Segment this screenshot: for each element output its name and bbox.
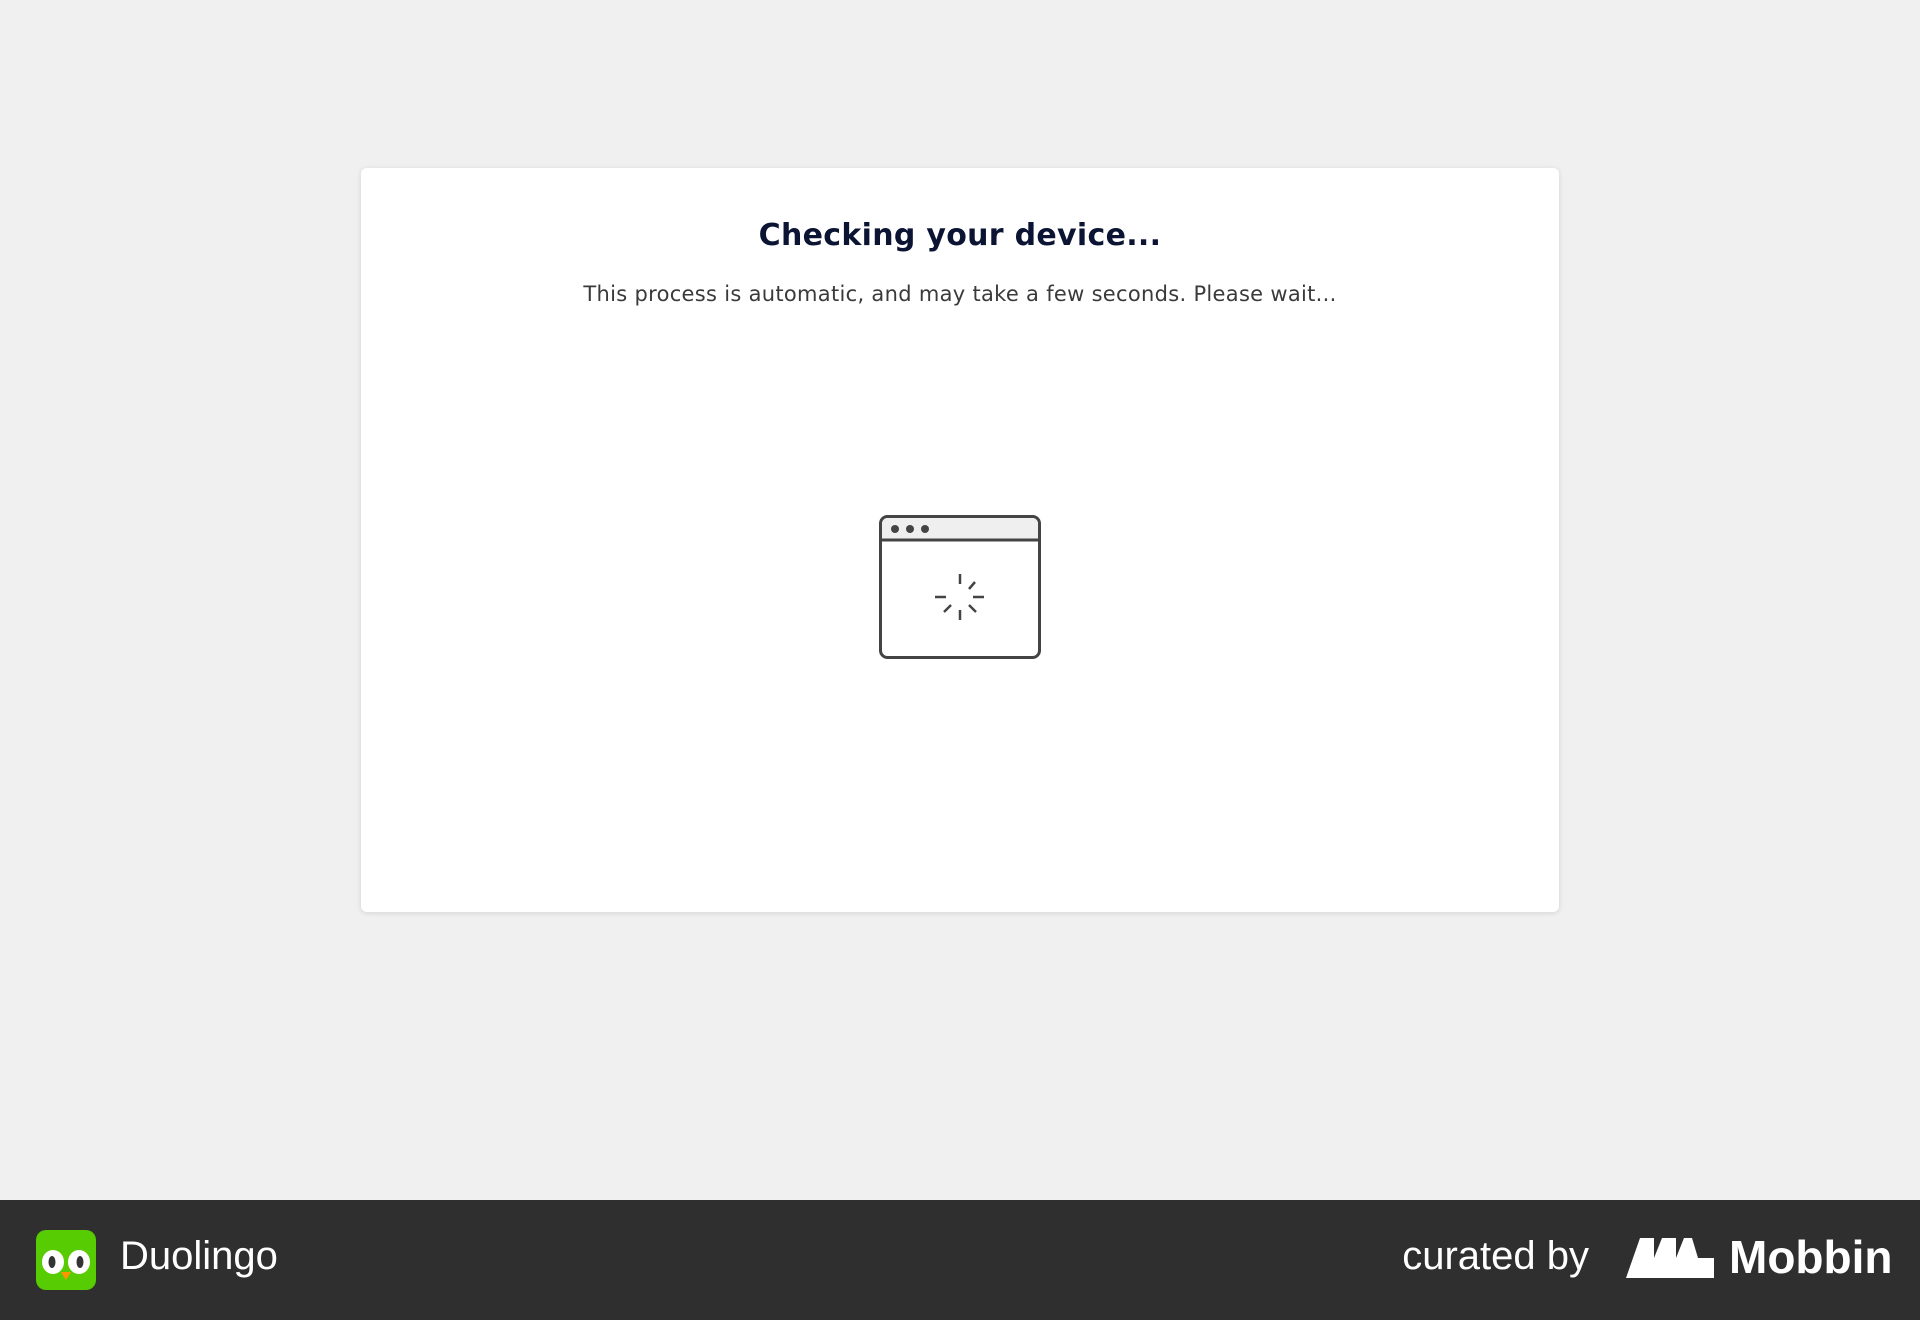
page-subtitle: This process is automatic, and may take …: [583, 282, 1337, 306]
page-title: Checking your device...: [758, 218, 1162, 253]
browser-loading-icon: [879, 515, 1041, 659]
mobbin-logo-icon: [1626, 1238, 1714, 1278]
footer-bar: Duolingo curated by Mobbin: [0, 1200, 1920, 1320]
curated-by-label: curated by: [1402, 1234, 1589, 1278]
duolingo-owl-icon: [36, 1230, 96, 1290]
brand-name: Mobbin: [1729, 1231, 1893, 1283]
app-name: Duolingo: [120, 1234, 278, 1278]
